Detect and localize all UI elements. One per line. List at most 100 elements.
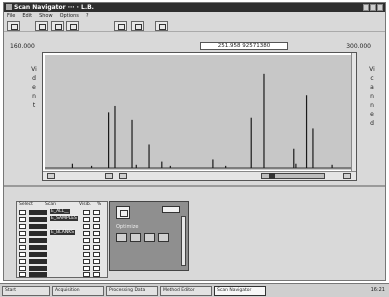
selection-list: Select Scan Visib. % E_ALL__ E_SAMPLES E…	[16, 201, 108, 278]
open-button[interactable]	[7, 21, 20, 31]
color-swatch	[29, 266, 47, 271]
percent-checkbox[interactable]	[93, 259, 100, 264]
percent-checkbox[interactable]	[93, 217, 100, 222]
image-tool-button[interactable]	[144, 233, 155, 242]
exit-button[interactable]	[155, 21, 168, 31]
taskbar-item[interactable]: Acquisition	[52, 286, 104, 296]
taskbar-item[interactable]: Processing Data	[106, 286, 158, 296]
percent-checkbox[interactable]	[93, 210, 100, 215]
scroll-right-button[interactable]	[343, 173, 351, 179]
zoom-in-button[interactable]	[119, 173, 127, 179]
list-item[interactable]: E_SAMPLES	[19, 216, 105, 223]
visible-checkbox[interactable]	[83, 245, 90, 250]
range-min-label: 160.000	[10, 43, 35, 50]
selection-list-header: Select Scan Visib. %	[19, 202, 102, 207]
color-swatch	[29, 259, 47, 264]
menu-bar: File Edit Show Options ?	[4, 12, 385, 20]
select-checkbox[interactable]	[19, 245, 26, 250]
visible-checkbox[interactable]	[83, 272, 90, 277]
menu-edit[interactable]: Edit	[22, 13, 32, 19]
taskbar-item[interactable]: Method Editor	[160, 286, 212, 296]
list-item[interactable]	[19, 252, 105, 258]
image-tool-button[interactable]	[158, 233, 169, 242]
title-bar[interactable]: Scan Navigator ··· · L.B.	[4, 3, 385, 12]
color-swatch	[29, 217, 47, 222]
scroll-left-button[interactable]	[47, 173, 55, 179]
select-checkbox[interactable]	[19, 266, 26, 271]
copy-button[interactable]	[66, 21, 79, 31]
color-swatch	[29, 272, 47, 277]
toolbar	[4, 20, 385, 32]
chart-button[interactable]	[131, 21, 144, 31]
list-item[interactable]	[19, 259, 105, 265]
color-swatch	[29, 210, 47, 215]
color-swatch	[29, 252, 47, 257]
zoom-out-button[interactable]	[105, 173, 113, 179]
percent-checkbox[interactable]	[93, 245, 100, 250]
menu-options[interactable]: Options	[60, 13, 79, 19]
visible-checkbox[interactable]	[83, 210, 90, 215]
list-item[interactable]	[19, 238, 105, 244]
color-swatch	[29, 224, 47, 229]
spectrum-plot[interactable]	[45, 55, 351, 170]
list-item[interactable]: E_BLANKS	[19, 230, 105, 237]
image-view-icon[interactable]	[116, 206, 130, 219]
select-checkbox[interactable]	[19, 272, 26, 277]
menu-file[interactable]: File	[7, 13, 15, 19]
select-checkbox[interactable]	[19, 252, 26, 257]
minimize-button[interactable]	[363, 4, 369, 11]
close-button[interactable]	[377, 4, 383, 11]
scroll-grip-icon[interactable]	[269, 173, 275, 179]
panel-divider[interactable]	[4, 185, 385, 187]
menu-show[interactable]: Show	[39, 13, 53, 19]
select-checkbox[interactable]	[19, 259, 26, 264]
visible-checkbox[interactable]	[83, 252, 90, 257]
percent-checkbox[interactable]	[93, 266, 100, 271]
image-tool-button[interactable]	[130, 233, 141, 242]
app-icon	[6, 4, 12, 10]
image-panel-button[interactable]	[162, 206, 180, 213]
taskbar-item-active[interactable]: Scan Navigator	[214, 286, 266, 296]
visible-checkbox[interactable]	[83, 266, 90, 271]
spectrum-panel	[42, 52, 357, 181]
window-title: Scan Navigator ··· · L.B.	[14, 4, 94, 11]
horizontal-scrollbar[interactable]	[43, 171, 356, 180]
select-checkbox[interactable]	[19, 210, 26, 215]
taskbar-clock: 16:21	[370, 287, 385, 293]
image-panel: Optimize	[109, 201, 189, 271]
visible-checkbox[interactable]	[83, 259, 90, 264]
percent-checkbox[interactable]	[93, 238, 100, 243]
select-checkbox[interactable]	[19, 231, 26, 236]
color-swatch	[29, 245, 47, 250]
select-checkbox[interactable]	[19, 238, 26, 243]
print-button[interactable]	[51, 21, 64, 31]
y-axis-label-right: Vi c a n n e d	[369, 66, 375, 127]
vertical-scrollbar[interactable]	[351, 53, 356, 171]
percent-checkbox[interactable]	[93, 224, 100, 229]
percent-checkbox[interactable]	[93, 272, 100, 277]
taskbar: Start Acquisition Processing Data Method…	[0, 283, 389, 297]
select-checkbox[interactable]	[19, 224, 26, 229]
list-item[interactable]	[19, 272, 105, 278]
visible-checkbox[interactable]	[83, 217, 90, 222]
select-checkbox[interactable]	[19, 217, 26, 222]
maximize-button[interactable]	[370, 4, 376, 11]
save-button[interactable]	[35, 21, 48, 31]
visible-checkbox[interactable]	[83, 224, 90, 229]
list-item[interactable]	[19, 245, 105, 251]
window-controls	[363, 4, 383, 11]
start-button[interactable]: Start	[2, 286, 50, 296]
color-swatch	[29, 231, 47, 236]
window-button[interactable]	[114, 21, 127, 31]
percent-checkbox[interactable]	[93, 252, 100, 257]
range-max-label: 300.000	[346, 43, 371, 50]
percent-checkbox[interactable]	[93, 231, 100, 236]
color-swatch	[29, 238, 47, 243]
y-axis-label-left: Vi d e n t	[31, 66, 37, 109]
visible-checkbox[interactable]	[83, 231, 90, 236]
image-panel-scrollbar[interactable]	[181, 216, 186, 266]
main-window: Scan Navigator ··· · L.B. File Edit Show…	[3, 2, 386, 281]
menu-help[interactable]: ?	[86, 13, 89, 19]
visible-checkbox[interactable]	[83, 238, 90, 243]
image-tool-button[interactable]	[116, 233, 127, 242]
